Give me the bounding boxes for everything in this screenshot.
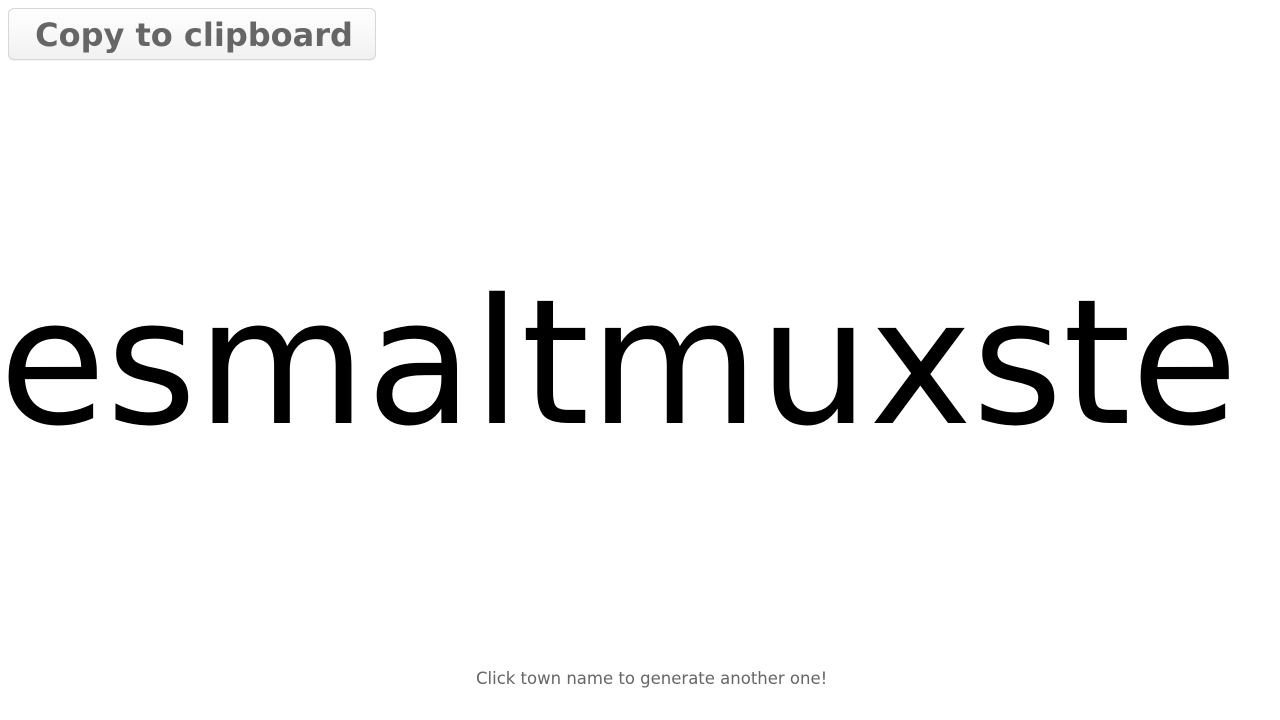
generate-another-hint: Click town name to generate another one! <box>476 669 828 688</box>
empty-output-area <box>0 497 1267 622</box>
town-name-text: esmaltmuxste <box>0 262 1239 465</box>
copy-to-clipboard-button[interactable]: Copy to clipboard <box>8 8 376 60</box>
town-name-generator-page: Copy to clipboard esmaltmuxste Click tow… <box>0 0 1280 720</box>
copy-to-clipboard-label: Copy to clipboard <box>35 16 353 54</box>
generated-town-name[interactable]: esmaltmuxste <box>0 277 1269 451</box>
